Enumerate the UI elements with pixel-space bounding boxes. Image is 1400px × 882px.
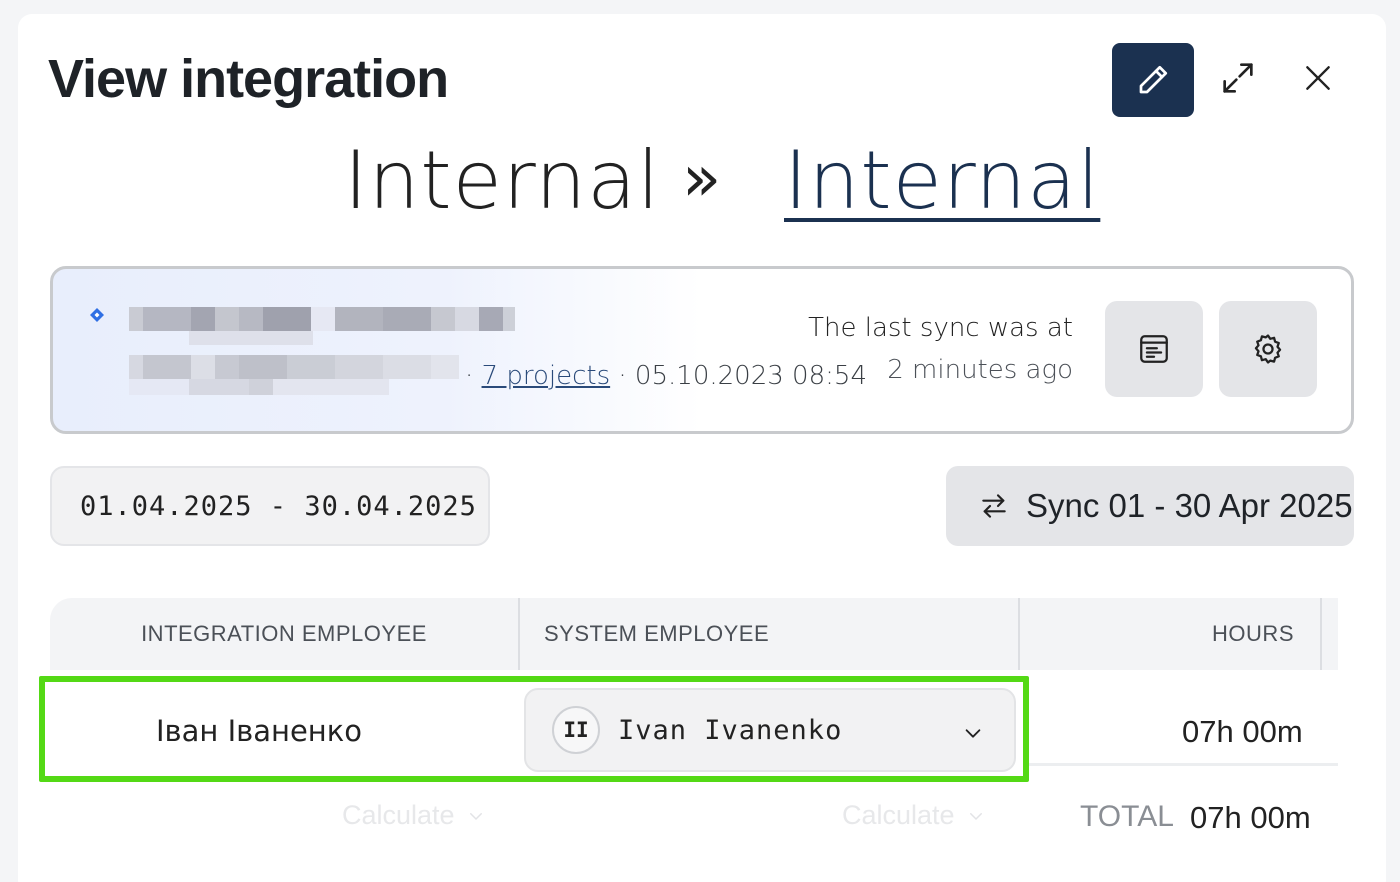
hours-value: 07h 00m <box>1182 714 1303 749</box>
close-button[interactable] <box>1290 50 1346 106</box>
column-header-system-employee[interactable]: SYSTEM EMPLOYEE <box>520 598 1020 670</box>
date-range-picker[interactable]: 01.04.2025 - 30.04.2025 <box>50 466 490 546</box>
route-source: Internal <box>344 134 661 227</box>
total-label: TOTAL <box>1080 800 1174 833</box>
integration-info-card: · 7 projects · 05.10.2023 08:54 The last… <box>50 266 1354 434</box>
meta-separator: · <box>465 361 474 391</box>
integration-route: Internal » Internal <box>18 134 1386 234</box>
pencil-icon <box>1139 65 1168 94</box>
sync-button-label: Sync 01 - 30 Apr 2025 <box>1026 487 1353 524</box>
last-sync-info: The last sync was at 2 minutes ago <box>808 307 1073 391</box>
sync-log-button[interactable] <box>1105 301 1203 397</box>
gear-icon <box>1254 334 1282 364</box>
total-value: 07h 00m <box>1190 800 1311 835</box>
calculate-dropdown-system[interactable]: Calculate <box>842 800 985 831</box>
chevron-down-icon <box>469 812 482 820</box>
close-icon <box>1306 66 1330 90</box>
route-destination-link[interactable]: Internal <box>784 134 1100 227</box>
edit-button[interactable] <box>1112 43 1194 117</box>
expand-icon <box>1223 63 1253 93</box>
integration-meta: · 7 projects · 05.10.2023 08:54 <box>465 361 867 391</box>
system-employee-select[interactable]: II Ivan Ivanenko <box>524 688 1016 772</box>
redacted-integration-details <box>129 355 459 379</box>
chevron-down-icon <box>969 812 982 820</box>
system-employee-name: Ivan Ivanenko <box>618 714 843 746</box>
column-header-integration-employee[interactable]: INTEGRATION EMPLOYEE <box>50 598 520 670</box>
swap-arrows-icon <box>982 494 1006 518</box>
projects-link[interactable]: 7 projects <box>482 361 611 391</box>
expand-button[interactable] <box>1210 50 1266 106</box>
last-sync-value: 2 minutes ago <box>887 355 1073 385</box>
avatar: II <box>552 706 600 754</box>
redacted-integration-name <box>129 307 517 331</box>
integration-modal: View integration Internal » Internal · 7… <box>18 14 1386 882</box>
integration-employee-name: Іван Іваненко <box>156 714 363 748</box>
log-icon <box>1140 335 1168 363</box>
last-sync-label: The last sync was at <box>808 313 1073 343</box>
calculate-label: Calculate <box>342 800 455 830</box>
redacted-integration-details-shade <box>129 379 389 395</box>
page-title: View integration <box>48 49 449 109</box>
column-header-hours[interactable]: HOURS <box>1020 598 1322 670</box>
settings-button[interactable] <box>1219 301 1317 397</box>
calculate-label: Calculate <box>842 800 955 830</box>
route-separator-icon: » <box>682 142 722 216</box>
chevron-down-icon <box>965 729 981 738</box>
meta-separator: · <box>618 361 627 391</box>
table-header: INTEGRATION EMPLOYEE SYSTEM EMPLOYEE HOU… <box>50 598 1338 670</box>
sync-button[interactable]: Sync 01 - 30 Apr 2025 <box>946 466 1354 546</box>
jira-icon <box>90 308 104 322</box>
redacted-integration-name-shade <box>189 331 313 345</box>
calculate-dropdown-integration[interactable]: Calculate <box>342 800 485 831</box>
